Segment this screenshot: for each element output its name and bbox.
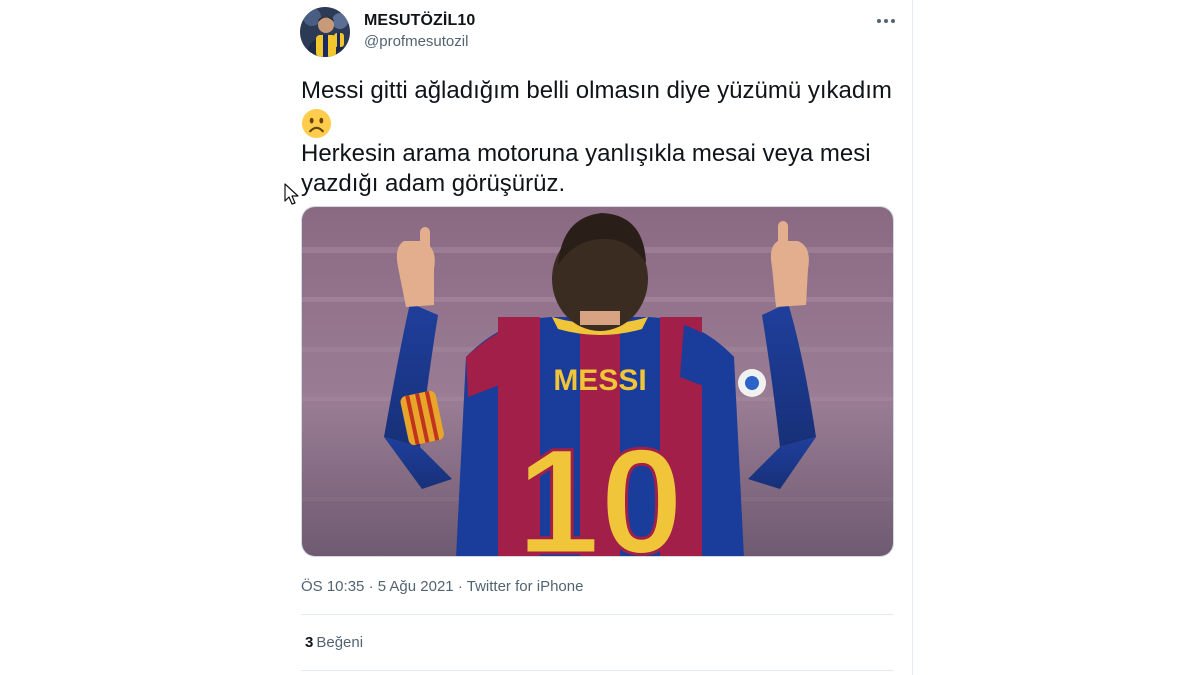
user-handle[interactable]: @profmesutozil [364, 32, 475, 52]
screenshot-stage: MESUTÖZİL10 @profmesutozil Messi gitti a… [0, 0, 1200, 675]
mouse-cursor-icon [284, 183, 299, 205]
divider-top [301, 614, 894, 615]
likes-link[interactable]: 3 Beğeni [305, 633, 363, 653]
tweet-date[interactable]: 5 Ağu 2021 [378, 578, 454, 595]
divider-bottom [301, 670, 894, 671]
meta-separator: · [368, 578, 374, 595]
display-name[interactable]: MESUTÖZİL10 [364, 11, 475, 31]
jersey-name: MESSI [553, 364, 646, 397]
like-count: 3 [305, 634, 314, 651]
tweet-photo[interactable]: MESSI 10 [301, 206, 894, 557]
sad-face-emoji [301, 108, 332, 139]
tweet-text-line: yazdığı adam görüşürüz. [301, 170, 566, 197]
tweet-text-line: Messi gitti ağladığım belli olmasın diye… [301, 77, 892, 104]
user-info[interactable]: MESUTÖZİL10 @profmesutozil [364, 11, 475, 52]
tweet-meta: ÖS 10:35 · 5 Ağu 2021 · Twitter for iPho… [301, 577, 583, 597]
photo-player-back-fingers-up: MESSI 10 [302, 207, 893, 557]
avatar-image [300, 7, 350, 57]
tweet-time[interactable]: ÖS 10:35 [301, 578, 364, 595]
tweet-text-line: Herkesin arama motoruna yanlışıkla mesai… [301, 140, 871, 167]
timeline-column-border [912, 0, 913, 675]
meta-separator: · [457, 578, 463, 595]
tweet-card: MESUTÖZİL10 @profmesutozil Messi gitti a… [286, 0, 912, 675]
user-avatar[interactable] [300, 7, 350, 57]
tweet-emoji-line [301, 106, 906, 139]
tweet-text: Messi gitti ağladığım belli olmasın diye… [301, 76, 906, 199]
tweet-source[interactable]: Twitter for iPhone [467, 578, 584, 595]
jersey-number: 10 [517, 417, 684, 557]
more-horizontal-icon [877, 19, 895, 23]
like-label: Beğeni [316, 634, 364, 651]
more-options-button[interactable] [874, 10, 898, 32]
